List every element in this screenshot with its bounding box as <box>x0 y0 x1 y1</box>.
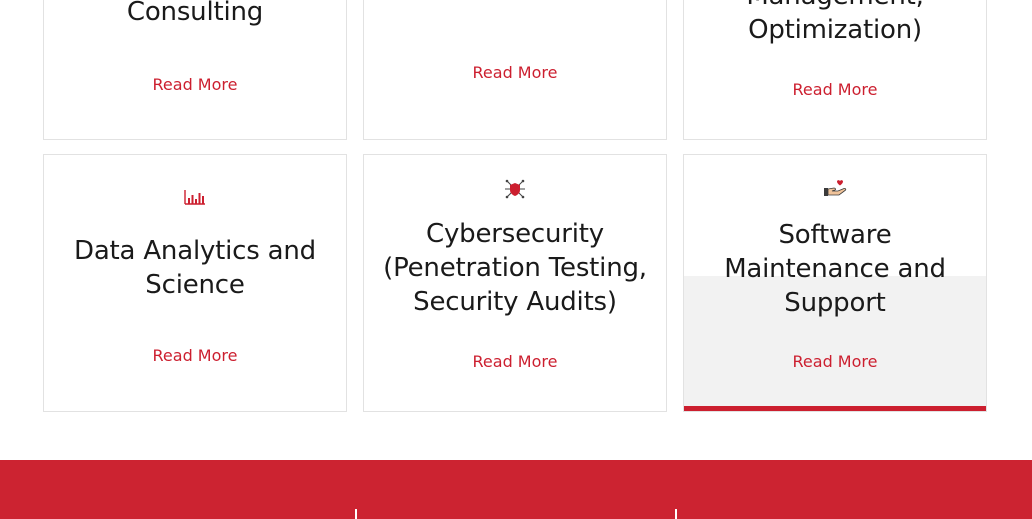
footer-section <box>0 460 1032 519</box>
service-card-title: Software Maintenance and Support <box>724 220 946 318</box>
bar-chart-icon <box>184 190 205 205</box>
read-more-link[interactable]: Read More <box>44 346 346 366</box>
service-card-2[interactable]: Read More <box>363 0 667 140</box>
read-more-link[interactable]: Read More <box>364 352 666 372</box>
service-card-data-analytics[interactable]: Data Analytics and Science Read More <box>43 154 347 412</box>
footer-column-divider <box>355 509 357 519</box>
service-card-software-maintenance[interactable]: Software Maintenance and Support Read Mo… <box>683 154 987 412</box>
read-more-link[interactable]: Read More <box>684 80 986 100</box>
hand-heart-icon <box>824 180 847 196</box>
service-card-cybersecurity[interactable]: Cybersecurity (Penetration Testing, Secu… <box>363 154 667 412</box>
active-card-indicator <box>684 406 986 411</box>
read-more-link[interactable]: Read More <box>684 352 986 372</box>
footer-column-divider <box>675 509 677 519</box>
service-card-title: Data Analytics and Science <box>74 236 316 300</box>
service-card-title: Cybersecurity (Penetration Testing, Secu… <box>383 219 647 317</box>
shield-network-icon <box>505 179 525 199</box>
service-card-title: Consulting <box>126 0 264 27</box>
service-card-title: Management, Optimization) <box>746 0 924 45</box>
service-card-optimization[interactable]: Management, Optimization) Read More <box>683 0 987 140</box>
read-more-link[interactable]: Read More <box>364 63 666 83</box>
read-more-link[interactable]: Read More <box>44 75 346 95</box>
service-card-consulting[interactable]: Consulting Read More <box>43 0 347 140</box>
